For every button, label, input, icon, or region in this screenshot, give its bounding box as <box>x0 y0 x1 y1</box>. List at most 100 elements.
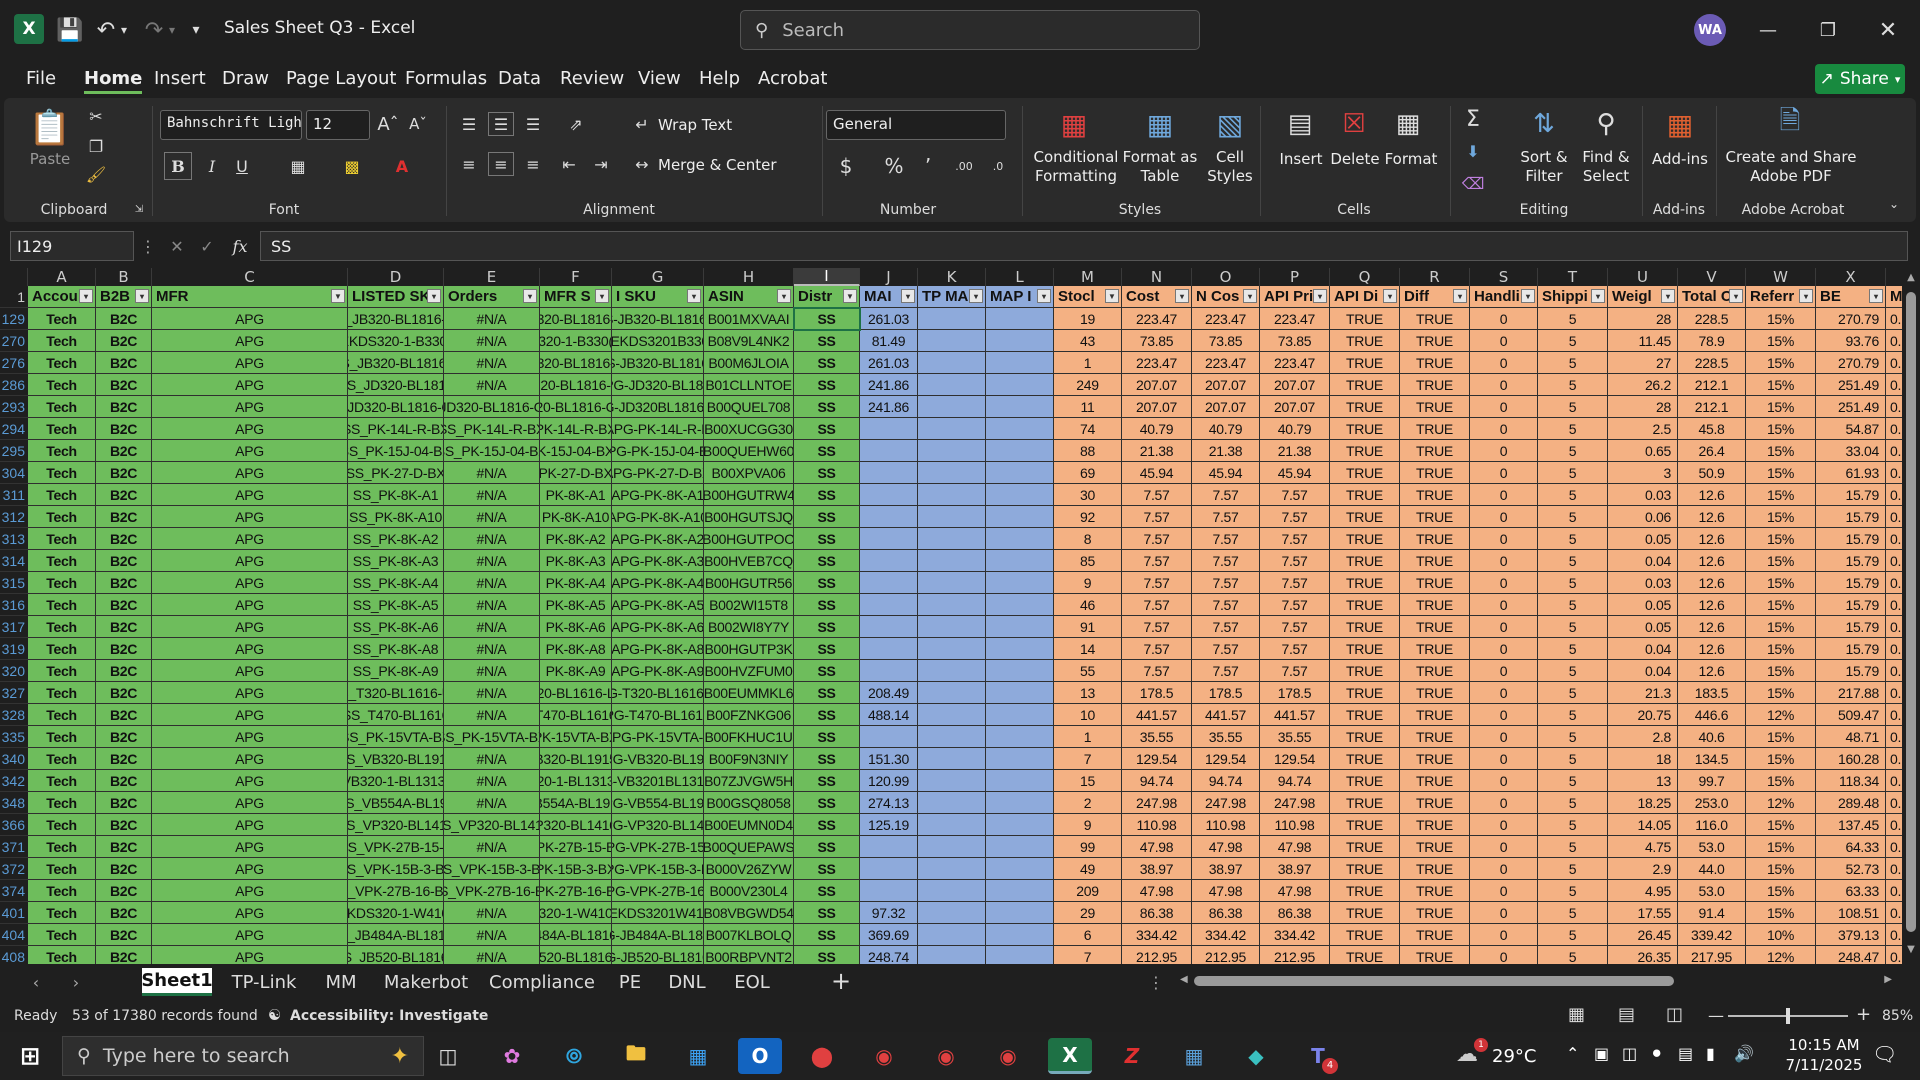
cell[interactable] <box>860 836 918 858</box>
cell[interactable]: #N/A <box>444 682 540 704</box>
cell[interactable]: SS <box>794 836 860 858</box>
cell[interactable]: 441.57 <box>1192 704 1260 726</box>
cell[interactable]: 334.42 <box>1192 924 1260 946</box>
cell[interactable]: 0 <box>1470 550 1538 572</box>
cell[interactable]: B2C <box>96 814 152 836</box>
cell[interactable]: 15% <box>1746 638 1816 660</box>
cell[interactable]: 49 <box>1054 858 1122 880</box>
cell[interactable]: TRUE <box>1400 748 1470 770</box>
row-header[interactable]: 286 <box>0 374 28 396</box>
cell[interactable]: 12.6 <box>1678 594 1746 616</box>
cell[interactable]: 12.6 <box>1678 638 1746 660</box>
menu-draw[interactable]: Draw <box>222 68 269 89</box>
row-header[interactable]: 371 <box>0 836 28 858</box>
cell[interactable]: 441.57 <box>1260 704 1330 726</box>
paste-label[interactable]: Paste <box>26 150 74 169</box>
row-header[interactable]: 293 <box>0 396 28 418</box>
format-cells-icon[interactable]: ▦ <box>1388 106 1428 142</box>
column-header[interactable]: E <box>444 268 540 286</box>
cell[interactable]: PK-8K-A1 <box>540 484 612 506</box>
cell[interactable]: 15% <box>1746 682 1816 704</box>
cell[interactable]: 0 <box>1470 330 1538 352</box>
cell[interactable]: TRUE <box>1400 902 1470 924</box>
cell[interactable]: 8 <box>1054 528 1122 550</box>
cell[interactable]: B2C <box>96 352 152 374</box>
sort-filter-icon[interactable]: ⇅ <box>1524 106 1564 142</box>
cell[interactable]: Tech <box>28 704 96 726</box>
cell[interactable]: 7.57 <box>1122 484 1192 506</box>
cell[interactable]: SS <box>794 682 860 704</box>
cell[interactable]: #N/A <box>444 770 540 792</box>
cell[interactable]: APG <box>152 418 348 440</box>
cell[interactable]: 86.38 <box>1192 902 1260 924</box>
cell[interactable]: PK-8K-A8 <box>540 638 612 660</box>
cell[interactable]: PK-27-D-BX <box>540 462 612 484</box>
cell[interactable]: 110.98 <box>1260 814 1330 836</box>
cell[interactable]: 81.49 <box>860 330 918 352</box>
cell[interactable]: 7 <box>1054 748 1122 770</box>
cell[interactable]: JD320-BL1816-C <box>444 396 540 418</box>
cell[interactable]: 86.38 <box>1122 902 1192 924</box>
cell[interactable]: 12% <box>1746 792 1816 814</box>
cell[interactable]: 7.57 <box>1122 572 1192 594</box>
cell[interactable]: APG <box>152 484 348 506</box>
cell[interactable]: 88 <box>1054 440 1122 462</box>
cell[interactable]: 7.57 <box>1122 528 1192 550</box>
cell[interactable]: SS <box>794 484 860 506</box>
row-header[interactable]: 276 <box>0 352 28 374</box>
cell[interactable]: 2 <box>1054 792 1122 814</box>
cell[interactable]: TRUE <box>1330 682 1400 704</box>
cell[interactable]: B2C <box>96 836 152 858</box>
cell[interactable]: 15% <box>1746 528 1816 550</box>
cell[interactable]: Tech <box>28 418 96 440</box>
cell[interactable] <box>860 484 918 506</box>
cell[interactable]: TRUE <box>1330 836 1400 858</box>
cell[interactable]: SS_VPK-27B-16-BX <box>444 880 540 902</box>
cell[interactable]: 484A-BL1816 <box>540 924 612 946</box>
cell[interactable]: 108.51 <box>1816 902 1886 924</box>
cell[interactable] <box>918 748 986 770</box>
cell[interactable]: B00FZNKG06 <box>704 704 794 726</box>
cell[interactable]: 5 <box>1538 836 1608 858</box>
cell[interactable]: B2C <box>96 462 152 484</box>
cell[interactable]: APG <box>152 594 348 616</box>
cell[interactable]: 320-1-W410 <box>540 902 612 924</box>
cell[interactable]: 0 <box>1470 308 1538 330</box>
cell[interactable]: 6 <box>1054 924 1122 946</box>
cell[interactable]: 3 <box>1608 462 1678 484</box>
cell[interactable]: 11 <box>1054 396 1122 418</box>
cell[interactable]: 73.85 <box>1192 330 1260 352</box>
delete-cells-icon[interactable]: ☒ <box>1334 106 1374 142</box>
cell[interactable]: 0. <box>1886 682 1902 704</box>
cell[interactable]: 69 <box>1054 462 1122 484</box>
cell[interactable]: SS_VPK-27B-15-B <box>348 836 444 858</box>
cell[interactable]: 12.6 <box>1678 616 1746 638</box>
cell[interactable]: S-VB3201BL1313 <box>612 770 704 792</box>
cell[interactable]: TRUE <box>1330 374 1400 396</box>
cell[interactable]: B2C <box>96 704 152 726</box>
cell[interactable]: SS_VP320-BL1416 <box>444 814 540 836</box>
cell[interactable]: B01CLLNTOE <box>704 374 794 396</box>
collapse-ribbon-icon[interactable]: ⌄ <box>1884 194 1904 214</box>
cell[interactable]: APG-PK-8K-A1 <box>612 484 704 506</box>
cell[interactable]: 183.5 <box>1678 682 1746 704</box>
cell[interactable]: 10% <box>1746 924 1816 946</box>
cell[interactable]: T470-BL1616 <box>540 704 612 726</box>
cell[interactable]: 53.0 <box>1678 836 1746 858</box>
cell[interactable]: 15% <box>1746 572 1816 594</box>
cell[interactable]: 2.8 <box>1608 726 1678 748</box>
cell[interactable]: PK-27B-16-E <box>540 880 612 902</box>
column-header[interactable]: M <box>1054 268 1122 286</box>
column-header[interactable]: D <box>348 268 444 286</box>
cell[interactable]: PK-15VTA-BX <box>540 726 612 748</box>
cell[interactable]: 15% <box>1746 440 1816 462</box>
cell[interactable]: 0. <box>1886 792 1902 814</box>
cell[interactable]: 99 <box>1054 836 1122 858</box>
delete-cells-button[interactable]: Delete <box>1328 150 1382 169</box>
cell[interactable]: 178.5 <box>1260 682 1330 704</box>
cell[interactable]: Tech <box>28 682 96 704</box>
weather-temp[interactable]: 29°C <box>1492 1046 1536 1067</box>
cell[interactable]: 0. <box>1886 374 1902 396</box>
cell[interactable]: 223.47 <box>1122 352 1192 374</box>
cell[interactable]: B00QUEHW60 <box>704 440 794 462</box>
